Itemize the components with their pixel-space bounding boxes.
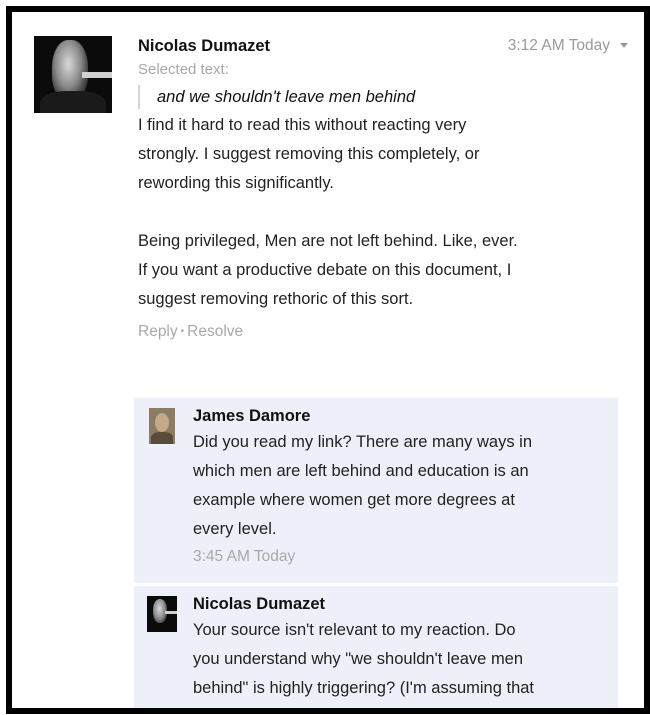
avatar (34, 36, 112, 113)
reply-content: James Damore Did you read my link? There… (193, 404, 603, 569)
reply-link[interactable]: Reply (138, 323, 178, 340)
reply-line: every level. (193, 520, 277, 538)
reply-timestamp: 3:45 AM Today (193, 548, 296, 565)
reply-line: Your source isn't relevant to my reactio… (193, 621, 516, 639)
action-separator: • (180, 326, 185, 337)
resolve-link[interactable]: Resolve (187, 323, 243, 340)
comment-body: Nicolas Dumazet 3:12 AM Today Selected t… (138, 34, 628, 344)
reply-author: James Damore (193, 407, 311, 425)
selected-text-label: Selected text: (138, 61, 229, 78)
reply-line: which men are left behind and education … (193, 462, 529, 480)
reply: James Damore Did you read my link? There… (134, 398, 618, 583)
comment-line: strongly. I suggest removing this comple… (138, 145, 480, 163)
reply-line: behind" is highly triggering? (I'm assum… (193, 679, 535, 697)
avatar-strip (82, 72, 112, 78)
avatar-shoulder (40, 91, 106, 113)
comment-actions: Reply • Resolve (138, 320, 628, 344)
reply-text: Did you read my link? There are many way… (193, 428, 603, 544)
comment-line: Being privileged, Men are not left behin… (138, 232, 518, 250)
avatar-shoulder (151, 432, 173, 444)
reply-text: Your source isn't relevant to my reactio… (193, 616, 603, 703)
quoted-text: and we shouldn't leave men behind (138, 85, 628, 109)
reply-line: example where women get more degrees at (193, 491, 515, 509)
avatar (149, 408, 175, 444)
avatar (147, 596, 177, 632)
screenshot-frame: Nicolas Dumazet 3:12 AM Today Selected t… (6, 6, 650, 714)
chevron-down-icon[interactable] (620, 43, 628, 48)
comment-line: I find it hard to read this without reac… (138, 116, 467, 134)
reply: Nicolas Dumazet Your source isn't releva… (134, 586, 618, 708)
comment-text: I find it hard to read this without reac… (138, 111, 628, 314)
reply-content: Nicolas Dumazet Your source isn't releva… (193, 592, 603, 703)
avatar-strip (165, 611, 177, 614)
comment-line: If you want a productive debate on this … (138, 261, 512, 279)
comment-timestamp: 3:12 AM Today (507, 37, 610, 54)
reply-line: Did you read my link? There are many way… (193, 433, 533, 451)
reply-line: you understand why "we shouldn't leave m… (193, 650, 524, 668)
avatar-face (155, 413, 169, 432)
reply-author: Nicolas Dumazet (193, 595, 326, 613)
comment-line: suggest removing rethoric of this sort. (138, 290, 414, 308)
comment-line: rewording this significantly. (138, 174, 334, 192)
